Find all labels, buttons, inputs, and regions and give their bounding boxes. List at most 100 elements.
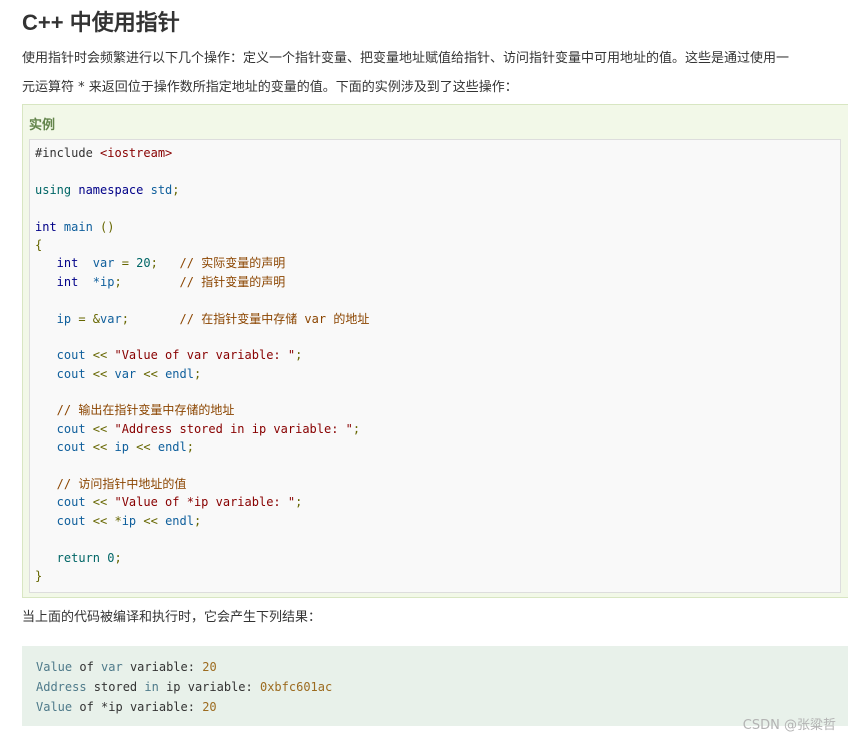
code-token: <iostream> bbox=[100, 146, 173, 160]
output-line: Value of *ip variable: 20 bbox=[36, 697, 332, 717]
code-line: cout << *ip << endl; bbox=[35, 512, 369, 530]
code-token: << bbox=[85, 440, 115, 455]
code-token: // 访问指针中地址的值 bbox=[35, 477, 187, 492]
code-token: cout bbox=[35, 421, 86, 436]
code-token: { bbox=[35, 237, 43, 252]
code-token: cout bbox=[35, 440, 86, 455]
code-token: << bbox=[85, 495, 115, 510]
code-token: int bbox=[35, 256, 93, 271]
code-token: = & bbox=[71, 311, 101, 326]
code-token: return bbox=[35, 550, 108, 565]
code-token: // 在指针变量中存储 var 的地址 bbox=[179, 311, 370, 326]
code-token: main bbox=[56, 219, 101, 234]
code-token: = bbox=[114, 256, 137, 271]
output-token: Value bbox=[36, 700, 80, 714]
code-token: ip bbox=[35, 311, 72, 326]
output-block[interactable]: Value of var variable: 20 Address stored … bbox=[22, 646, 848, 726]
code-line: #include <iostream> bbox=[35, 144, 369, 162]
code-token: std bbox=[150, 182, 173, 197]
code-token: // 实际变量的声明 bbox=[179, 256, 286, 271]
code-line: { bbox=[35, 236, 369, 254]
code-token: var bbox=[92, 256, 115, 271]
code-token: *ip bbox=[92, 274, 115, 289]
output-token: 0xbfc601ac bbox=[259, 680, 333, 694]
code-token: 20 bbox=[136, 256, 151, 271]
code-token: ; bbox=[193, 366, 202, 381]
code-token: ip bbox=[121, 513, 137, 528]
output-token: Value bbox=[36, 660, 80, 674]
code-line: int var = 20; // 实际变量的声明 bbox=[35, 254, 369, 272]
code-token: // 输出在指针变量中存储的地址 bbox=[35, 403, 235, 418]
code-line: cout << var << endl; bbox=[35, 365, 369, 383]
code-line: cout << "Value of *ip variable: "; bbox=[35, 493, 369, 511]
code-token: << bbox=[85, 348, 115, 363]
example-label: 实例 bbox=[29, 118, 56, 133]
output-listing: Value of var variable: 20 Address stored … bbox=[36, 657, 332, 717]
code-token: "Value of *ip variable: " bbox=[114, 495, 296, 510]
code-token: } bbox=[35, 568, 43, 583]
code-line: // 输出在指针变量中存储的地址 bbox=[35, 401, 369, 419]
code-token: cout bbox=[35, 495, 86, 510]
code-line: cout << ip << endl; bbox=[35, 438, 369, 456]
code-token: #include bbox=[35, 146, 101, 160]
code-line: int *ip; // 指针变量的声明 bbox=[35, 273, 369, 291]
intro-line-1: 使用指针时会频繁进行以下几个操作：定义一个指针变量、把变量地址赋值给指针、访问指… bbox=[22, 51, 790, 66]
code-token: endl bbox=[165, 366, 194, 381]
code-token: namespace bbox=[71, 182, 151, 197]
code-token: int bbox=[35, 219, 57, 234]
output-token: stored bbox=[93, 680, 145, 694]
code-token: ; bbox=[114, 550, 122, 565]
code-token: var bbox=[100, 311, 122, 326]
code-token: ; bbox=[150, 256, 180, 271]
output-token: 20 bbox=[202, 700, 217, 714]
code-token: << bbox=[128, 440, 158, 455]
code-token: cout bbox=[35, 366, 86, 381]
code-token: "Value of var variable: " bbox=[114, 348, 296, 363]
output-token: of bbox=[79, 700, 102, 714]
output-token: var bbox=[101, 660, 123, 674]
code-token: "Address stored in ip variable: " bbox=[114, 421, 353, 436]
code-token: ; bbox=[114, 274, 180, 289]
example-panel: 实例 #include <iostream> using namespace s… bbox=[22, 104, 848, 598]
code-line: int main () bbox=[35, 218, 369, 236]
code-line: ip = &var; // 在指针变量中存储 var 的地址 bbox=[35, 310, 370, 328]
result-description: 当上面的代码被编译和执行时，它会产生下列结果： bbox=[22, 610, 322, 625]
code-token: endl bbox=[157, 440, 187, 455]
output-line: Address stored in ip variable: 0xbfc601a… bbox=[36, 677, 332, 697]
code-token: ; bbox=[172, 182, 180, 197]
code-block[interactable]: #include <iostream> using namespace std;… bbox=[29, 139, 841, 593]
code-line: using namespace std; bbox=[35, 181, 369, 199]
code-listing: #include <iostream> using namespace std;… bbox=[35, 144, 369, 585]
code-token: ; bbox=[352, 421, 361, 436]
intro-line-2: 元运算符 * 来返回位于操作数所指定地址的变量的值。下面的实例涉及到了这些操作： bbox=[22, 80, 518, 95]
page-title: C++ 中使用指针 bbox=[22, 10, 180, 35]
code-token: () bbox=[100, 219, 115, 234]
code-token: endl bbox=[165, 513, 194, 528]
csdn-watermark: CSDN @张粱哲 bbox=[742, 718, 836, 733]
code-token: int bbox=[35, 274, 93, 289]
code-line: cout << "Value of var variable: "; bbox=[35, 346, 369, 364]
code-token: << bbox=[136, 513, 166, 528]
code-line: cout << "Address stored in ip variable: … bbox=[35, 420, 369, 438]
output-token: Address bbox=[36, 680, 94, 694]
output-token: in bbox=[144, 680, 167, 694]
code-line: // 访问指针中地址的值 bbox=[35, 475, 369, 493]
code-token: var bbox=[114, 366, 137, 381]
code-token: << bbox=[85, 366, 115, 381]
output-token: *ip variable: bbox=[101, 700, 203, 714]
code-token: // 指针变量的声明 bbox=[179, 274, 286, 289]
code-token: using bbox=[35, 182, 72, 197]
code-token: << bbox=[136, 366, 166, 381]
code-token: ; bbox=[193, 513, 202, 528]
output-token: variable: bbox=[122, 660, 203, 674]
output-token: of bbox=[79, 660, 102, 674]
code-token: ; bbox=[186, 440, 194, 455]
code-line: } bbox=[35, 567, 369, 585]
